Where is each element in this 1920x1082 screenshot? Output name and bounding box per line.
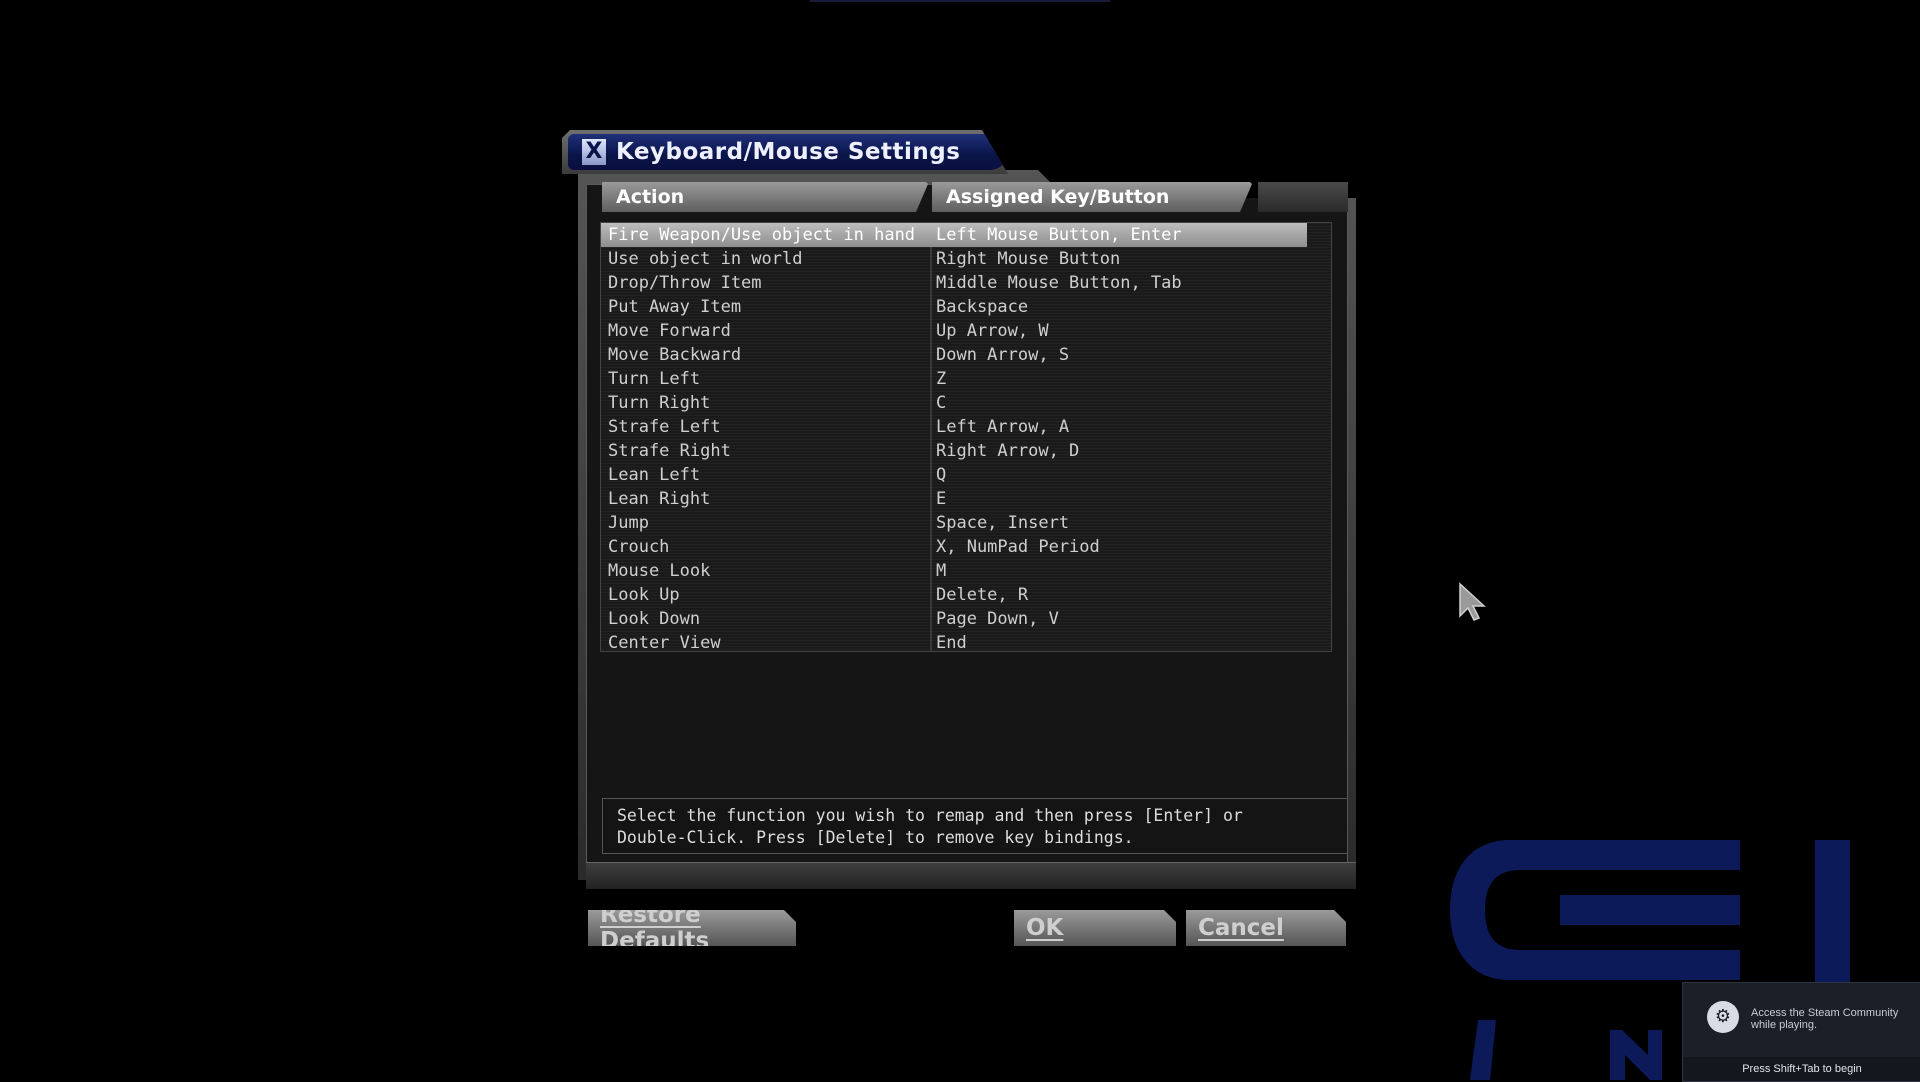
binding-action: Jump [608,513,649,533]
column-header-filler [1258,182,1348,212]
binding-key: M [936,561,947,581]
binding-action: Look Down [608,609,701,629]
binding-action: Mouse Look [608,561,711,581]
binding-action: Turn Left [608,369,701,389]
binding-row[interactable]: Strafe Left Left Arrow, A [601,415,1307,439]
binding-row[interactable]: Use object in world Right Mouse Button [601,247,1307,271]
steam-overlay-notification[interactable]: ⚙ Access the Steam Community while playi… [1682,982,1920,1082]
binding-key: Backspace [936,297,1029,317]
binding-action: Strafe Right [608,441,731,461]
binding-key: Left Arrow, A [936,417,1070,437]
title-tab: X Keyboard/Mouse Settings [562,130,1008,174]
binding-row[interactable]: Move Backward Down Arrow, S [601,343,1307,367]
steam-icon: ⚙ [1707,1001,1739,1033]
binding-row[interactable]: Turn Right C [601,391,1307,415]
binding-row[interactable]: Turn Left Z [601,367,1307,391]
binding-action: Turn Right [608,393,711,413]
binding-key: Space, Insert [936,513,1070,533]
ok-button[interactable]: OK [1014,910,1176,946]
binding-action: Put Away Item [608,297,742,317]
binding-action: Center View [608,633,721,652]
binding-row[interactable]: Lean Left Q [601,463,1307,487]
binding-action: Drop/Throw Item [608,273,762,293]
bottom-bar [586,862,1356,889]
binding-action: Fire Weapon/Use object in hand [608,225,916,245]
instructions-text: Select the function you wish to remap an… [602,798,1348,854]
dialog-title: Keyboard/Mouse Settings [616,139,961,165]
binding-key: End [936,633,967,652]
binding-row[interactable]: Lean Right E [601,487,1307,511]
mouse-cursor-icon [1459,582,1486,621]
binding-key: Right Mouse Button [936,249,1121,269]
binding-action: Move Backward [608,345,742,365]
binding-row[interactable]: Move Forward Up Arrow, W [601,319,1307,343]
cancel-button[interactable]: Cancel [1186,910,1346,946]
instructions-line-1: Select the function you wish to remap an… [617,806,1243,825]
binding-key: Up Arrow, W [936,321,1049,341]
binding-action: Lean Right [608,489,711,509]
binding-row[interactable]: Fire Weapon/Use object in hand Left Mouse… [601,223,1307,247]
steam-message: Access the Steam Community while playing… [1751,1007,1899,1031]
binding-key: E [936,489,947,509]
binding-key: Delete, R [936,585,1029,605]
binding-key: Q [936,465,947,485]
keyboard-mouse-settings-dialog: X Keyboard/Mouse Settings Action Assigne… [562,130,1356,950]
binding-key: Right Arrow, D [936,441,1080,461]
binding-key: Middle Mouse Button, Tab [936,273,1182,293]
game-logo-icon: X [582,139,606,165]
bindings-list[interactable]: Fire Weapon/Use object in hand Left Mouse… [600,222,1332,652]
binding-action: Crouch [608,537,670,557]
restore-defaults-button[interactable]: Restore Defaults [588,910,796,946]
binding-row[interactable]: Look Down Page Down, V [601,607,1307,631]
binding-action: Strafe Left [608,417,721,437]
binding-action: Move Forward [608,321,731,341]
binding-row[interactable]: Mouse Look M [601,559,1307,583]
binding-key: Page Down, V [936,609,1059,629]
binding-row[interactable]: Crouch X, NumPad Period [601,535,1307,559]
binding-key: Down Arrow, S [936,345,1070,365]
binding-key: Left Mouse Button, Enter [936,225,1182,245]
binding-row[interactable]: Center View End [601,631,1307,652]
binding-row[interactable]: Strafe Right Right Arrow, D [601,439,1307,463]
binding-row[interactable]: Look Up Delete, R [601,583,1307,607]
binding-action: Lean Left [608,465,701,485]
binding-row[interactable]: Jump Space, Insert [601,511,1307,535]
binding-key: X, NumPad Period [936,537,1100,557]
binding-key: Z [936,369,947,389]
binding-action: Look Up [608,585,680,605]
steam-footer: Press Shift+Tab to begin [1683,1057,1920,1081]
column-header-action[interactable]: Action [602,182,928,212]
column-header-assigned[interactable]: Assigned Key/Button [932,182,1252,212]
binding-action: Use object in world [608,249,803,269]
binding-row[interactable]: Put Away Item Backspace [601,295,1307,319]
top-strip [810,0,1110,2]
binding-row[interactable]: Drop/Throw Item Middle Mouse Button, Tab [601,271,1307,295]
instructions-line-2: Double-Click. Press [Delete] to remove k… [617,828,1134,847]
binding-key: C [936,393,947,413]
